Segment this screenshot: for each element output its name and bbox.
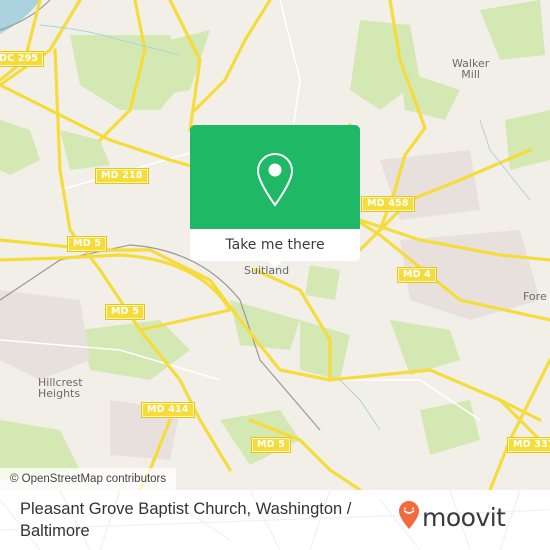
moovit-logo[interactable]: moovit [398,500,506,534]
place-label-forestville: Fore [523,290,547,303]
map-pin-icon [256,152,294,212]
place-label-walker-mill: Walker Mill [452,58,489,80]
road-shield-md-5: MD 5 [68,237,107,251]
location-title: Pleasant Grove Baptist Church, Washingto… [20,500,352,540]
road-shield-md-5: MD 5 [252,438,291,452]
popup-header [190,125,360,229]
footer-bar: Pleasant Grove Baptist Church, Washingto… [0,490,550,550]
take-me-there-label: Take me there [225,237,325,253]
take-me-there-button[interactable]: Take me there [190,229,360,261]
moovit-wordmark: moovit [422,502,506,532]
popup-tail [266,259,284,268]
road-shield-md-5: MD 5 [106,305,145,319]
road-shield-md-337: MD 337 [508,438,550,452]
map-canvas[interactable]: DC 295 MD 218 MD 458 MD 5 MD 4 MD 5 MD 4… [0,0,550,490]
place-label-hillcrest-heights: Hillcrest Heights [38,377,83,399]
road-shield-dc-295: DC 295 [0,52,44,66]
road-shield-md-458: MD 458 [362,197,414,211]
location-popup: Take me there [190,125,360,268]
road-shield-md-4: MD 4 [398,268,437,282]
road-shield-md-218: MD 218 [96,169,148,183]
place-label-line: Mill [461,68,480,81]
place-label-line: Heights [38,387,81,400]
road-shield-md-414: MD 414 [142,403,194,417]
moovit-pin-icon [398,500,420,534]
map-attribution[interactable]: © OpenStreetMap contributors [0,468,177,490]
